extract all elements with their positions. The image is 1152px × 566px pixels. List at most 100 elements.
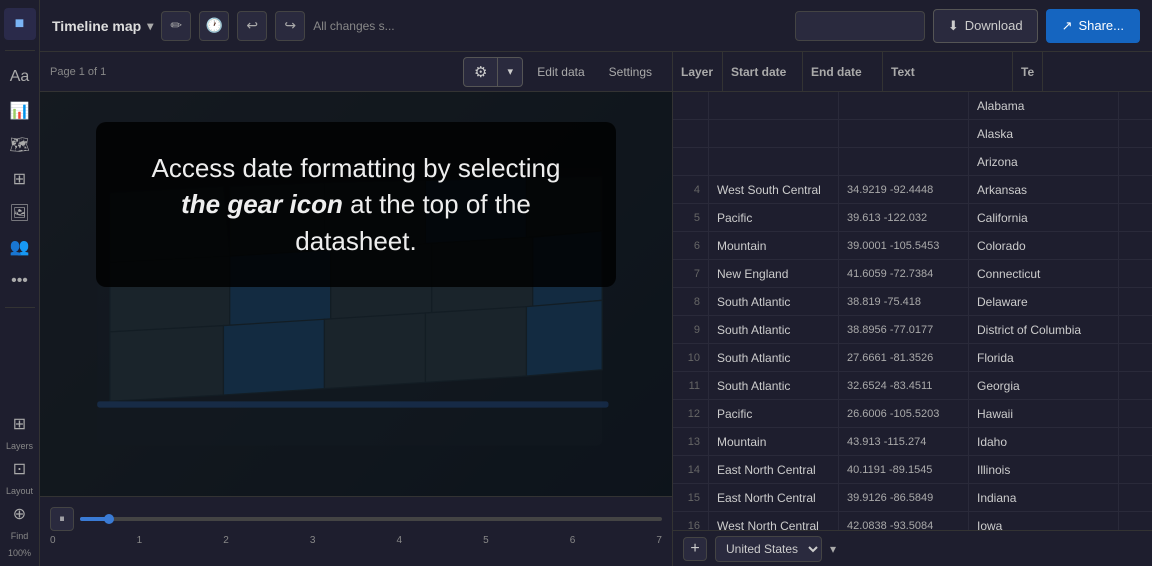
cell-row-num: 5	[673, 204, 709, 232]
sidebar-item-layers[interactable]: ⊞	[4, 408, 36, 440]
cell-state: Hawaii	[969, 400, 1119, 428]
cell-coords: 38.8956 -77.0177	[839, 316, 969, 344]
edit-data-button[interactable]: Edit data	[527, 58, 594, 86]
add-row-button[interactable]: +	[683, 537, 707, 561]
table-row[interactable]: 16 West North Central 42.0838 -93.5084 I…	[673, 512, 1152, 530]
cell-coords: 27.6661 -81.3526	[839, 344, 969, 372]
cell-region: South Atlantic	[709, 372, 839, 400]
cell-row-num: 7	[673, 260, 709, 288]
table-row[interactable]: 10 South Atlantic 27.6661 -81.3526 Flori…	[673, 344, 1152, 372]
table-row[interactable]: 14 East North Central 40.1191 -89.1545 I…	[673, 456, 1152, 484]
redo-icon-btn[interactable]: ↪	[275, 11, 305, 41]
cell-coords: 40.1191 -89.1545	[839, 456, 969, 484]
location-select[interactable]: United States World Custom	[715, 536, 822, 562]
main-area: Timeline map ▾ ✏ 🕐 ↩ ↪ All changes s... …	[40, 0, 1152, 566]
table-row[interactable]: 7 New England 41.6059 -72.7384 Connectic…	[673, 260, 1152, 288]
table-row[interactable]: Alabama	[673, 92, 1152, 120]
search-input[interactable]	[795, 11, 925, 41]
cell-row-num	[673, 120, 709, 148]
col-header-te: Te	[1013, 52, 1043, 92]
map-canvas: Access date formatting by selecting the …	[40, 92, 672, 496]
gear-dropdown: ⚙ ▾	[463, 57, 523, 87]
sidebar-item-users[interactable]: 👥	[4, 231, 36, 263]
cell-coords	[839, 92, 969, 120]
table-row[interactable]: 5 Pacific 39.613 -122.032 California	[673, 204, 1152, 232]
cell-region	[709, 120, 839, 148]
download-button[interactable]: ⬇ Download	[933, 9, 1038, 43]
timeline-bar[interactable]	[80, 512, 662, 526]
timeline-labels: 0 1 2 3 4 5 6 7	[50, 535, 662, 546]
cell-coords: 32.6524 -83.4511	[839, 372, 969, 400]
datasheet-header: Layer Start date End date Text Te	[673, 52, 1152, 92]
cell-state: Florida	[969, 344, 1119, 372]
timeline-controls: ⏸	[50, 507, 662, 531]
sidebar-item-text[interactable]: Aa	[4, 61, 36, 93]
cell-coords: 26.6006 -105.5203	[839, 400, 969, 428]
timeline-label-6: 6	[570, 535, 576, 546]
cell-state: Illinois	[969, 456, 1119, 484]
share-button[interactable]: ↗ Share...	[1046, 9, 1140, 43]
zoom-level-label: 100%	[8, 549, 31, 558]
cell-row-num: 6	[673, 232, 709, 260]
undo-icon-btn[interactable]: ↩	[237, 11, 267, 41]
edit-icon-btn[interactable]: ✏	[161, 11, 191, 41]
table-row[interactable]: 12 Pacific 26.6006 -105.5203 Hawaii	[673, 400, 1152, 428]
timeline-label-0: 0	[50, 535, 56, 546]
col-header-layer: Layer	[673, 52, 723, 92]
table-row[interactable]: 8 South Atlantic 38.819 -75.418 Delaware	[673, 288, 1152, 316]
cell-row-num: 12	[673, 400, 709, 428]
cell-row-num: 13	[673, 428, 709, 456]
table-row[interactable]: 4 West South Central 34.9219 -92.4448 Ar…	[673, 176, 1152, 204]
sidebar-item-layout[interactable]: ⊡	[4, 453, 36, 485]
timeline-thumb[interactable]	[104, 514, 114, 524]
gear-chevron-icon[interactable]: ▾	[498, 57, 522, 87]
cell-region: Pacific	[709, 204, 839, 232]
sidebar-item-map[interactable]: 🗺	[4, 129, 36, 161]
cell-region	[709, 92, 839, 120]
map-toolbar: Page 1 of 1 ⚙ ▾ Edit data Settings	[40, 52, 672, 92]
sidebar-item-find[interactable]: ⊕	[4, 498, 36, 530]
cell-state: Arizona	[969, 148, 1119, 176]
table-row[interactable]: 11 South Atlantic 32.6524 -83.4511 Georg…	[673, 372, 1152, 400]
timeline-label-4: 4	[397, 535, 403, 546]
share-icon: ↗	[1062, 18, 1073, 34]
table-row[interactable]: 9 South Atlantic 38.8956 -77.0177 Distri…	[673, 316, 1152, 344]
cell-coords: 43.913 -115.274	[839, 428, 969, 456]
table-row[interactable]: 13 Mountain 43.913 -115.274 Idaho	[673, 428, 1152, 456]
cell-region: New England	[709, 260, 839, 288]
timeline-track	[80, 517, 662, 521]
timeline: ⏸ 0 1 2 3 4 5 6 7	[40, 496, 672, 566]
cell-region: Mountain	[709, 232, 839, 260]
sidebar-layout-label: Layout	[6, 487, 33, 496]
table-row[interactable]: Alaska	[673, 120, 1152, 148]
table-row[interactable]: 15 East North Central 39.9126 -86.5849 I…	[673, 484, 1152, 512]
timeline-label-1: 1	[137, 535, 143, 546]
cell-row-num: 10	[673, 344, 709, 372]
cell-row-num: 16	[673, 512, 709, 531]
sidebar: ■ Aa 📊 🗺 ⊞ 🖼 👥 ••• ⊞ Layers ⊡ Layout ⊕ F…	[0, 0, 40, 566]
table-row[interactable]: Arizona	[673, 148, 1152, 176]
title-chevron-icon[interactable]: ▾	[147, 19, 153, 33]
gear-icon-btn[interactable]: ⚙	[464, 57, 498, 87]
cell-coords: 39.0001 -105.5453	[839, 232, 969, 260]
cell-coords	[839, 120, 969, 148]
history-icon-btn[interactable]: 🕐	[199, 11, 229, 41]
sidebar-item-more[interactable]: •••	[4, 265, 36, 297]
cell-region: South Atlantic	[709, 344, 839, 372]
pause-button[interactable]: ⏸	[50, 507, 74, 531]
map-state-west	[110, 187, 230, 263]
timeline-label-7: 7	[656, 535, 662, 546]
col-header-start-date: Start date	[723, 52, 803, 92]
settings-button[interactable]: Settings	[599, 58, 662, 86]
cell-coords: 39.9126 -86.5849	[839, 484, 969, 512]
cell-row-num: 8	[673, 288, 709, 316]
table-row[interactable]: 6 Mountain 39.0001 -105.5453 Colorado	[673, 232, 1152, 260]
sidebar-item-grid[interactable]: ⊞	[4, 163, 36, 195]
cell-row-num: 15	[673, 484, 709, 512]
sidebar-item-image[interactable]: 🖼	[4, 197, 36, 229]
cell-state: Georgia	[969, 372, 1119, 400]
col-header-text: Text	[883, 52, 1013, 92]
cell-row-num	[673, 148, 709, 176]
timeline-label-2: 2	[223, 535, 229, 546]
sidebar-item-chart[interactable]: 📊	[4, 95, 36, 127]
